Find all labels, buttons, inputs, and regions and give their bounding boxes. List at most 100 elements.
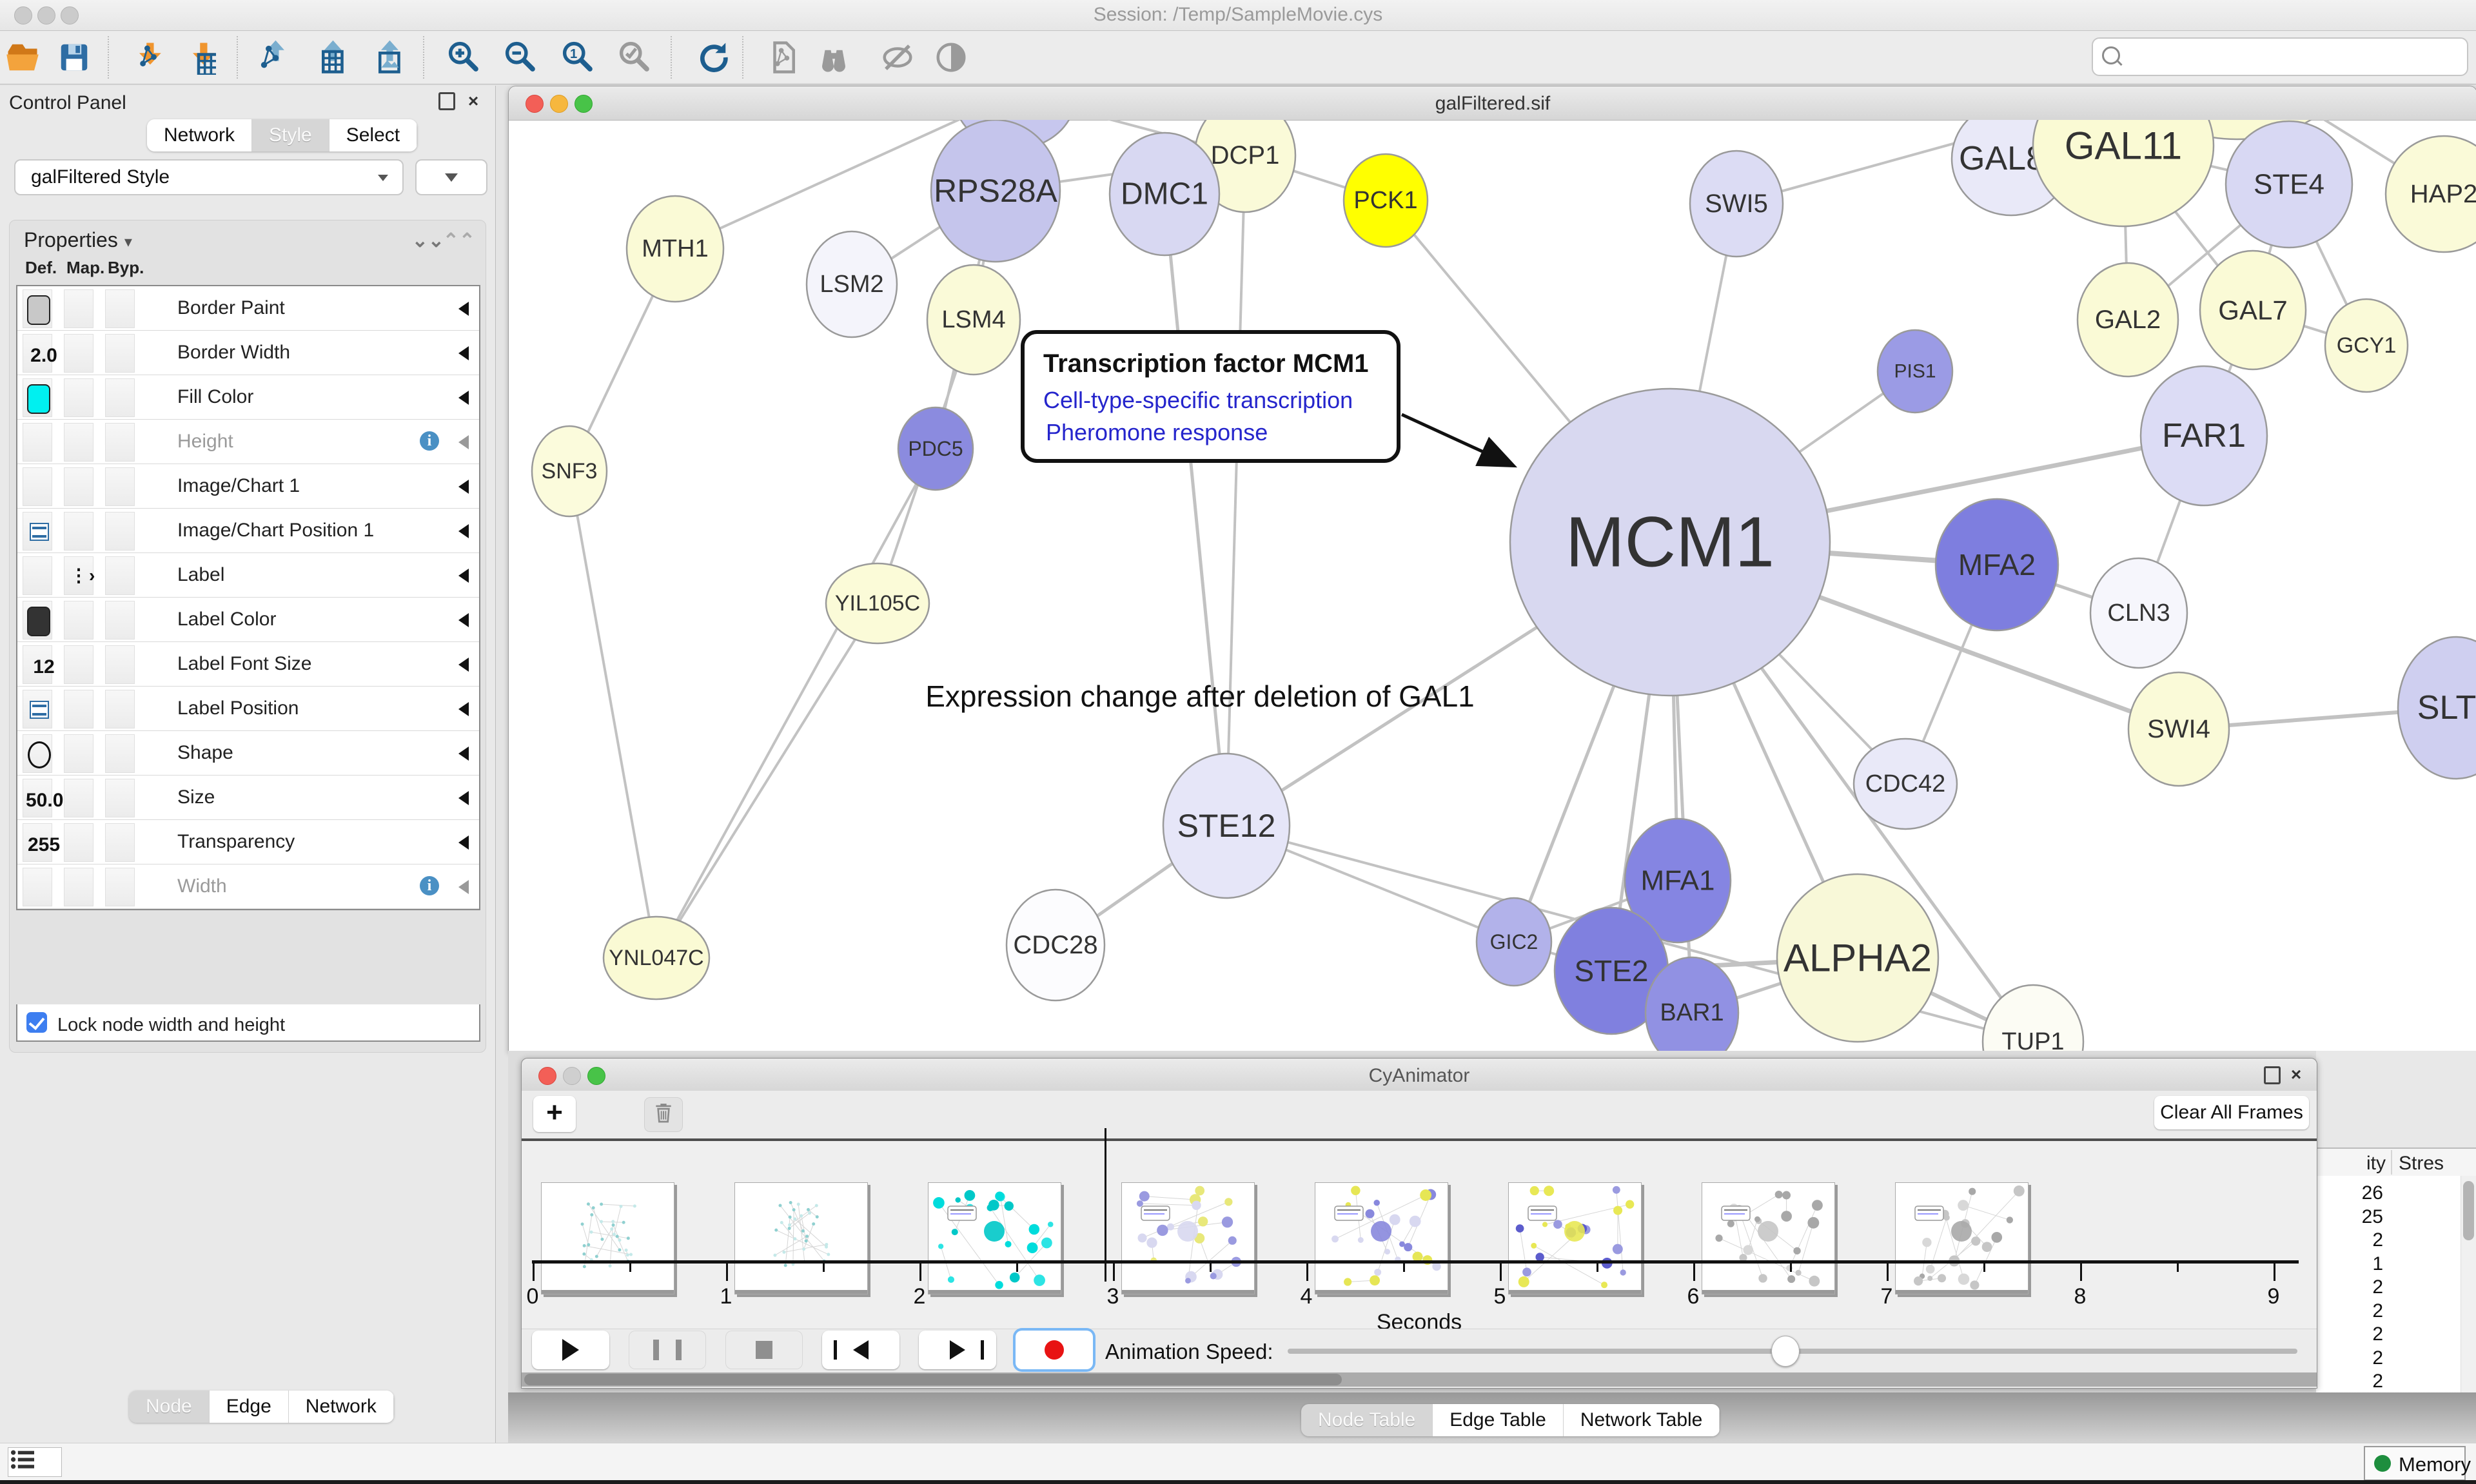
style-selector[interactable]: galFiltered Style [14,159,404,195]
export-table-icon[interactable] [316,40,351,75]
network-node-dmc1[interactable]: DMC1 [1110,133,1219,255]
annotation-arrow[interactable] [1402,415,1511,465]
tab-node-table[interactable]: Node Table [1301,1404,1433,1436]
frame-thumbnail-0[interactable] [541,1182,674,1294]
next-frame-button[interactable] [919,1331,996,1369]
property-row-label-color[interactable]: Label Color [17,598,479,642]
property-row-size[interactable]: 50.0Size [17,776,479,820]
bypass-cell[interactable] [105,556,135,595]
default-cell[interactable]: 255 [23,823,52,862]
network-canvas[interactable]: RPS28BDCP1RPS28ADMC1PCK1MTH1LSM2LSM4SWI5… [509,120,2476,1051]
expand-property-icon[interactable] [458,658,469,672]
expand-property-icon[interactable] [458,391,469,405]
network-window-titlebar[interactable]: galFiltered.sif [509,86,2476,121]
network-node-snf3[interactable]: SNF3 [532,426,607,516]
expand-property-icon[interactable] [458,791,469,805]
hide-icon[interactable] [880,40,915,75]
timeline-hscrollbar[interactable] [522,1372,2317,1387]
tab-select[interactable]: Select [329,119,417,151]
delete-frame-button[interactable] [644,1097,683,1132]
expand-property-icon[interactable] [458,702,469,716]
table-cell-value[interactable]: 2 [2316,1347,2383,1369]
default-cell[interactable] [23,690,52,728]
expand-property-icon[interactable] [458,747,469,761]
default-cell[interactable] [23,734,52,773]
mapping-cell[interactable] [64,334,93,373]
default-value[interactable]: 50.0 [26,790,62,812]
default-cell[interactable]: 2.0 [23,334,52,373]
close-panel-icon[interactable]: × [2287,1066,2305,1084]
record-button[interactable] [1016,1331,1093,1369]
cyanimator-titlebar[interactable]: CyAnimator × [522,1059,2317,1093]
default-value[interactable]: 12 [26,656,62,678]
export-network-icon[interactable] [259,40,293,75]
mapping-cell[interactable] [64,378,93,417]
property-row-fill-color[interactable]: Fill Color [17,375,479,420]
network-node-swi5[interactable]: SWI5 [1690,151,1783,257]
float-panel-icon[interactable] [438,92,455,110]
clear-all-frames-button[interactable]: Clear All Frames [2154,1096,2309,1129]
network-node-gal7[interactable]: GAL7 [2200,251,2306,369]
zoom-in-icon[interactable] [447,40,482,75]
mapping-cell[interactable] [64,512,93,551]
import-network-icon[interactable] [128,40,162,75]
tab-network-table[interactable]: Network Table [1564,1404,1720,1436]
default-swatch[interactable] [27,607,50,636]
zoom-fit-icon[interactable]: 1 [561,40,596,75]
previous-frame-button[interactable] [822,1331,899,1369]
network-node-hap2[interactable]: HAP2 [2386,136,2476,252]
bypass-cell[interactable] [105,734,135,773]
mapping-cell[interactable] [64,289,93,328]
mapping-cell[interactable] [64,690,93,728]
expand-all-icon[interactable]: ⌄⌄ [412,229,444,252]
default-cell[interactable] [23,556,52,595]
network-node-cln3[interactable]: CLN3 [2090,558,2187,668]
collapse-all-icon[interactable]: ⌃⌃ [443,229,475,252]
property-row-image-chart-1[interactable]: Image/Chart 1 [17,464,479,509]
task-history-button[interactable] [8,1447,62,1477]
table-scrollbar[interactable] [2461,1176,2476,1392]
tab-network[interactable]: Network [289,1391,394,1423]
network-edge[interactable] [656,449,936,958]
mapping-cell[interactable] [64,423,93,462]
table-cell-value[interactable]: 25 [2316,1206,2383,1228]
bypass-cell[interactable] [105,868,135,906]
expand-property-icon[interactable] [458,524,469,538]
network-node-cdc42[interactable]: CDC42 [1854,739,1957,829]
float-window-icon[interactable] [2264,1066,2281,1084]
network-node-lsm2[interactable]: LSM2 [807,231,897,337]
expand-property-icon[interactable] [458,435,469,449]
table-cell-value[interactable]: 2 [2316,1229,2383,1251]
table-cell-value[interactable]: 2 [2316,1323,2383,1345]
default-swatch[interactable] [27,295,50,325]
frame-thumbnail-2[interactable] [928,1182,1061,1294]
discrete-mapping-icon[interactable]: ⋮› [70,565,96,586]
frame-thumbnail-1[interactable] [734,1182,868,1294]
mapping-cell[interactable] [64,645,93,684]
contrast-icon[interactable] [934,40,968,75]
properties-header[interactable]: Properties ⌄⌄ ⌃⌃ [10,220,486,257]
column-header-centrality[interactable]: ity [2316,1153,2386,1175]
column-header-stress[interactable]: Stres [2399,1153,2444,1175]
tab-node[interactable]: Node [129,1391,210,1423]
bypass-cell[interactable] [105,423,135,462]
expand-property-icon[interactable] [458,835,469,850]
mapping-cell[interactable] [64,601,93,639]
frame-thumbnail-5[interactable] [1508,1182,1642,1294]
network-node-ste12[interactable]: STE12 [1163,754,1290,898]
table-cell-value[interactable]: 2 [2316,1276,2383,1298]
tab-style[interactable]: Style [252,119,329,151]
tab-network[interactable]: Network [147,119,252,151]
property-row-transparency[interactable]: 255Transparency [17,820,479,864]
default-value[interactable]: 255 [26,834,62,856]
default-swatch[interactable] [27,384,50,414]
annotation-box[interactable]: Transcription factor MCM1Cell-type-speci… [1023,332,1399,461]
search-input[interactable] [2130,43,2455,70]
network-node-alpha2[interactable]: ALPHA2 [1777,874,1938,1042]
network-node-gal11[interactable]: GAL11 [2033,120,2214,226]
table-cell-value[interactable]: 2 [2316,1371,2383,1392]
style-options-button[interactable] [415,159,487,195]
default-cell[interactable]: 50.0 [23,779,52,817]
property-row-width[interactable]: Widthi [17,864,479,909]
cyanimator-timeline[interactable]: 0123456789 Seconds [522,1141,2317,1328]
